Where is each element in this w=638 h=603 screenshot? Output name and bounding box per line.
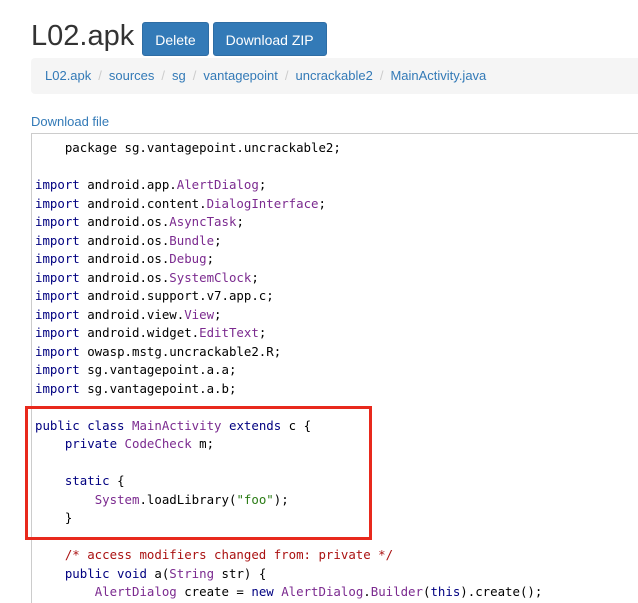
breadcrumb-item-sg[interactable]: sg [172, 68, 186, 83]
code-token: this [430, 584, 461, 599]
code-line: import android.os.SystemClock; [35, 269, 259, 287]
code-token: import [35, 177, 80, 192]
code-token: sg.vantagepoint.a.b; [79, 380, 237, 396]
highlight-box [25, 406, 372, 540]
code-token: View [184, 306, 215, 322]
code-token: import [35, 380, 80, 396]
code-token: ; [251, 269, 259, 285]
code-line: import android.widget.EditText; [35, 324, 266, 342]
code-line: import android.os.Debug; [35, 250, 214, 268]
code-token: Debug [169, 251, 207, 266]
code-token: import [35, 251, 80, 266]
code-token: Bundle [169, 232, 215, 248]
code-token: Builder [370, 584, 423, 599]
code-token: android.os. [79, 232, 170, 248]
code-token: import [35, 288, 80, 303]
code-token: android.widget. [79, 325, 200, 340]
download-file-link[interactable]: Download file [31, 114, 109, 129]
page-title: L02.apk [31, 20, 135, 52]
code-token: import [35, 306, 80, 322]
code-line: AlertDialog create = new AlertDialog.Bui… [35, 583, 543, 601]
delete-button[interactable]: Delete [142, 22, 209, 56]
code-token: public void [64, 565, 147, 581]
code-token: import [35, 362, 80, 377]
code-line: import android.os.Bundle; [35, 232, 222, 250]
code-token: a( [146, 565, 170, 581]
code-line: import android.app.AlertDialog; [35, 176, 266, 194]
code-line: import android.view.View; [35, 306, 222, 324]
download-zip-button[interactable]: Download ZIP [212, 22, 327, 56]
breadcrumb-item-current-file: MainActivity.java [390, 68, 487, 83]
code-line: import owasp.mstg.uncrackable2.R; [35, 343, 281, 361]
code-line: public void a(String str) { [35, 565, 266, 583]
code-token: android.os. [79, 251, 170, 266]
code-token: import [35, 214, 80, 229]
code-line: package sg.vantagepoint.uncrackable2; [35, 139, 341, 157]
code-line: import sg.vantagepoint.a.b; [35, 380, 236, 398]
breadcrumb-separator: / [161, 68, 166, 83]
breadcrumb-separator: / [284, 68, 289, 83]
code-token: String [169, 565, 215, 581]
code-token: android.content. [79, 195, 207, 211]
code-token: ).create(); [460, 584, 543, 599]
code-token: import [35, 343, 80, 359]
breadcrumb: L02.apk / sources / sg / vantagepoint / uncracka… [31, 58, 638, 94]
breadcrumb-item-apk[interactable]: L02.apk [45, 68, 91, 83]
code-token: AlertDialog [176, 177, 259, 192]
breadcrumb-item-vantagepoint[interactable]: vantagepoint [203, 68, 277, 83]
code-token: android.support.v7.app.c; [79, 288, 274, 303]
code-token: new [251, 584, 274, 599]
code-token: DialogInterface [206, 195, 319, 211]
code-token: ; [236, 214, 244, 229]
code-token: AsyncTask [169, 214, 237, 229]
code-token: create = [176, 584, 252, 599]
code-line: import android.os.AsyncTask; [35, 213, 244, 231]
code-token: AlertDialog [281, 584, 364, 599]
code-token: ; [206, 251, 215, 266]
code-line: /* access modifiers changed from: privat… [35, 546, 393, 564]
breadcrumb-separator: / [379, 68, 384, 83]
breadcrumb-separator: / [192, 68, 197, 83]
code-token: import [35, 269, 80, 285]
code-token: android.app. [79, 177, 177, 192]
code-token: str) { [214, 565, 267, 581]
code-token: import [35, 325, 80, 340]
code-token: ; [318, 195, 326, 211]
code-token: . [363, 584, 371, 599]
code-token: ; [258, 325, 267, 340]
code-token: owasp.mstg.uncrackable2.R; [79, 343, 282, 359]
header: L02.apk Delete Download ZIP [31, 14, 331, 58]
breadcrumb-item-uncrackable2[interactable]: uncrackable2 [295, 68, 372, 83]
code-token: sg.vantagepoint.a.a; [79, 362, 237, 377]
code-line: import android.content.DialogInterface; [35, 195, 326, 213]
code-token: android.os. [79, 214, 170, 229]
code-token: EditText [199, 325, 259, 340]
code-token: package sg.vantagepoint.uncrackable2; [35, 140, 341, 155]
breadcrumb-item-sources[interactable]: sources [109, 68, 155, 83]
code-token: AlertDialog [94, 584, 177, 599]
code-token: /* access modifiers changed from: privat… [64, 547, 394, 562]
code-line: import sg.vantagepoint.a.a; [35, 361, 236, 379]
code-token: android.view. [79, 306, 185, 322]
code-token: import [35, 195, 80, 211]
breadcrumb-separator: / [98, 68, 102, 83]
code-token: android.os. [79, 269, 170, 285]
code-line: import android.support.v7.app.c; [35, 287, 274, 305]
code-token: ; [258, 177, 267, 192]
code-token: import [35, 232, 80, 248]
code-token: SystemClock [169, 269, 252, 285]
code-token: ; [214, 306, 222, 322]
code-token: ; [214, 232, 222, 248]
